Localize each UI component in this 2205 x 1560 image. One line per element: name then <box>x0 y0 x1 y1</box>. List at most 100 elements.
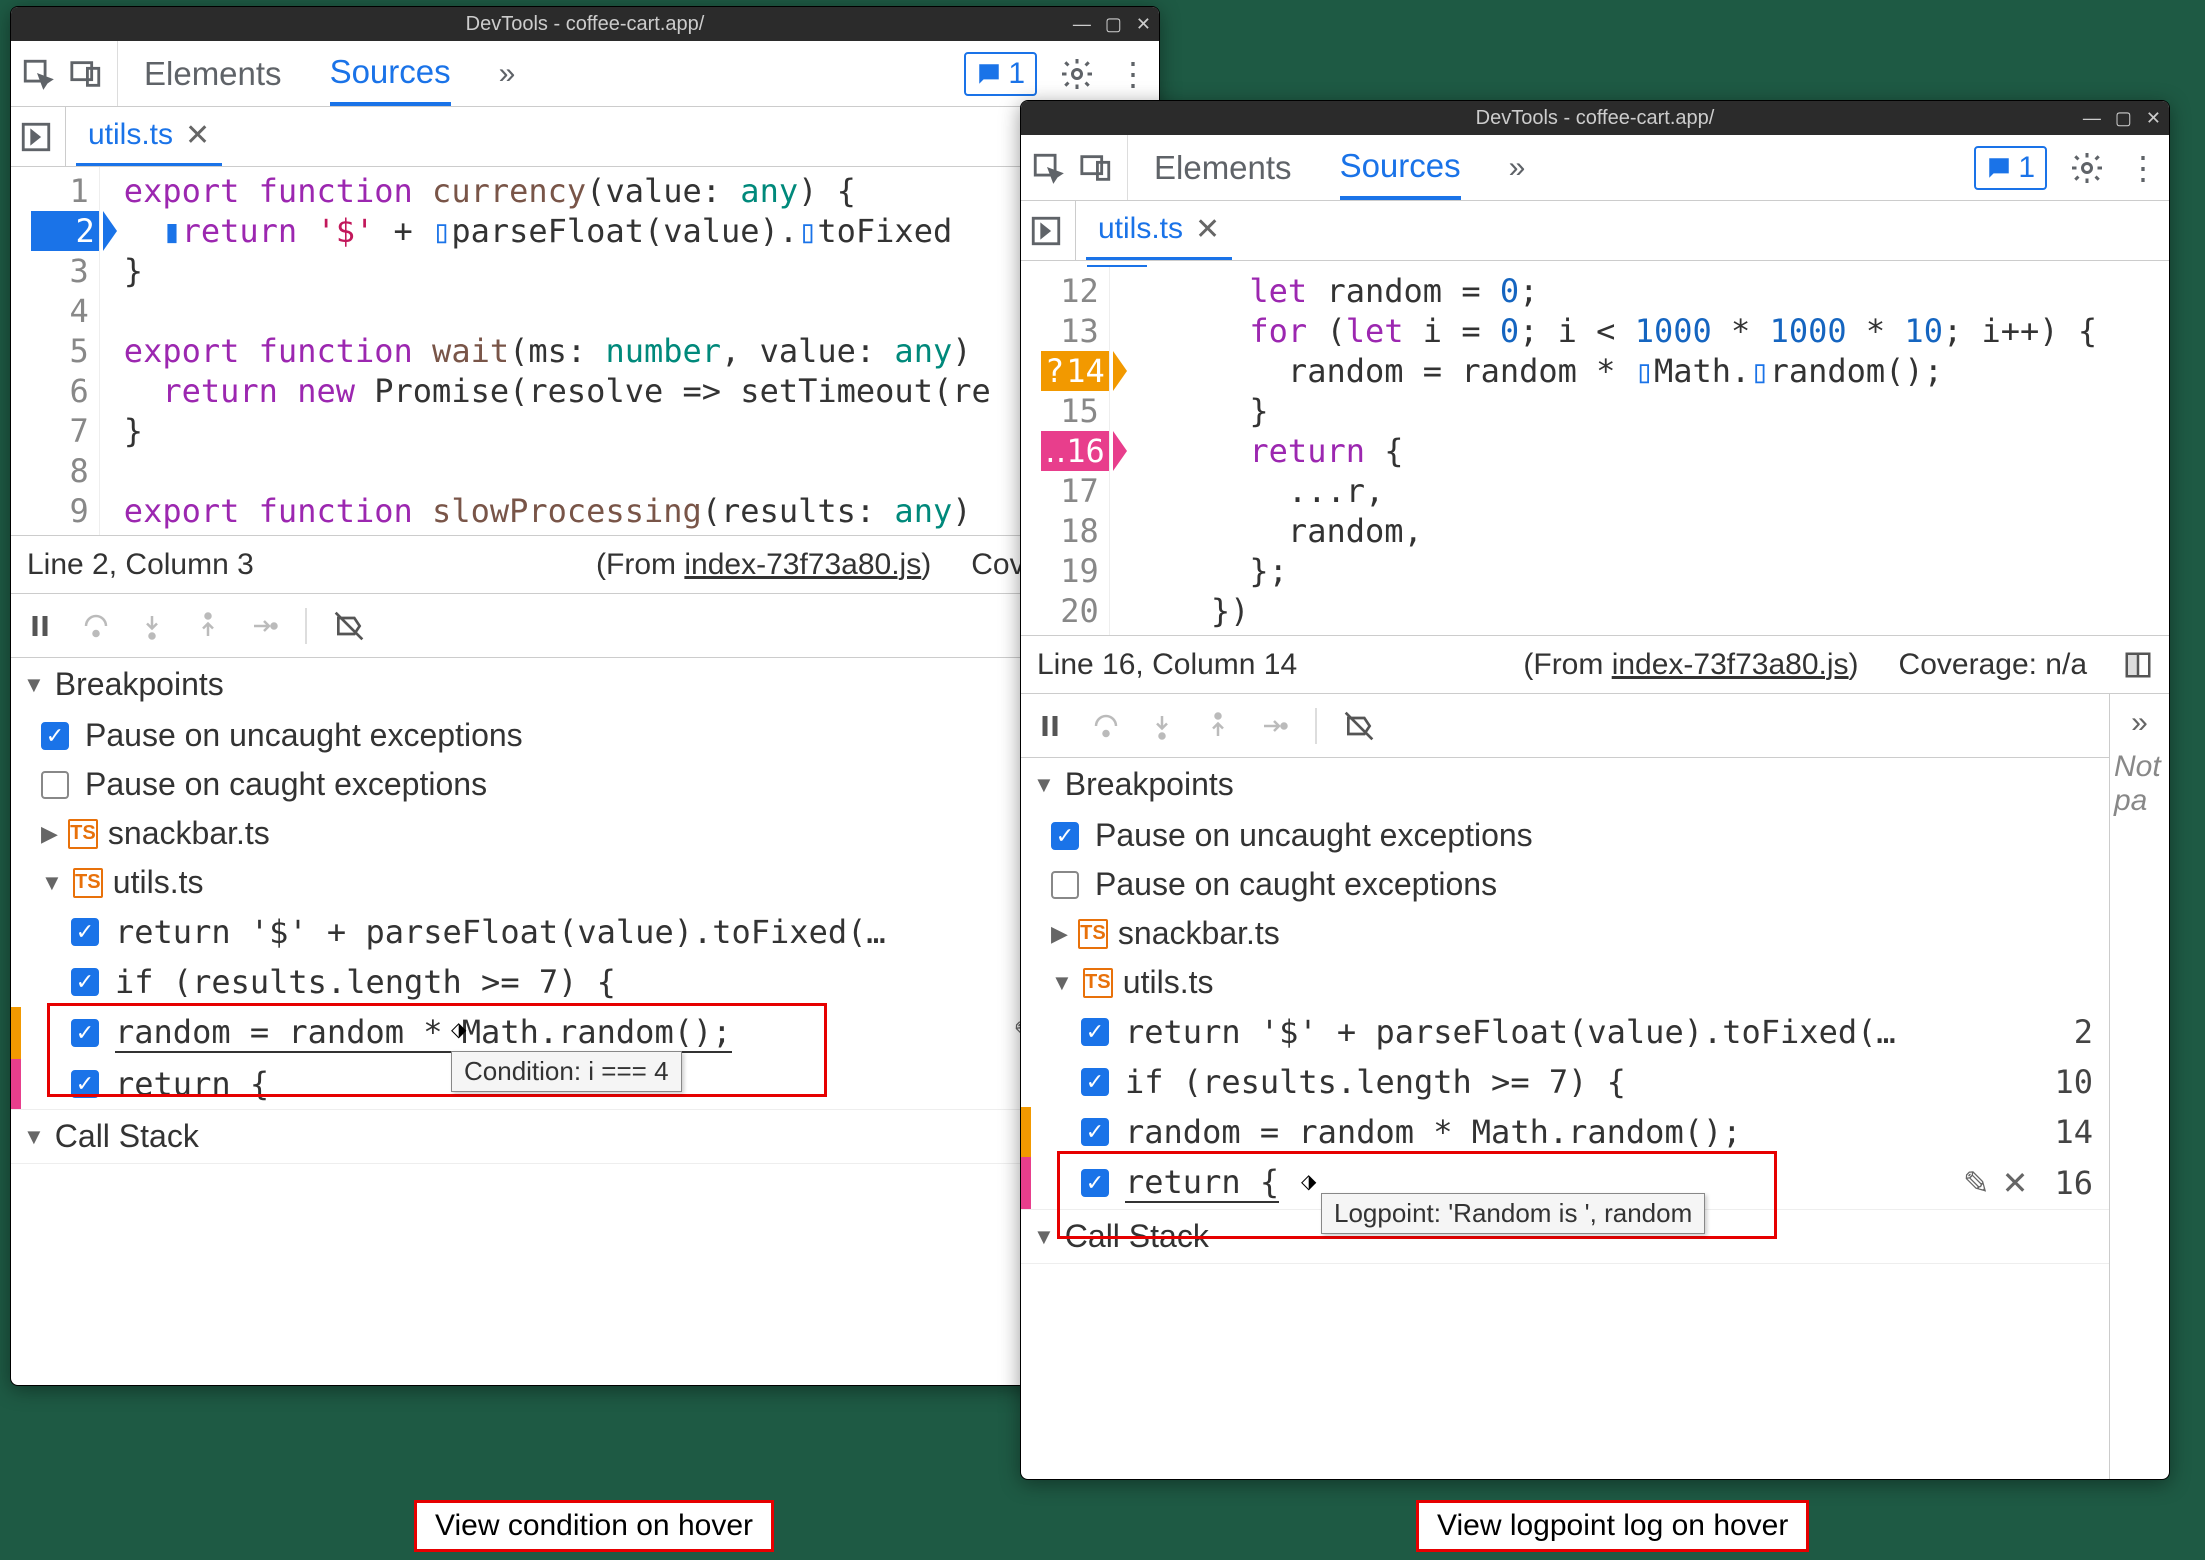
code-line[interactable]: ▮return '$' + ▯parseFloat(value).▯toFixe… <box>124 211 991 251</box>
code-line[interactable]: random = random * ▯Math.▯random(); <box>1134 351 2097 391</box>
device-toggle-icon[interactable] <box>1079 151 1113 185</box>
code-line[interactable]: return { <box>1134 431 2097 471</box>
gutter-line[interactable]: 15 <box>1041 391 1099 431</box>
step-out-icon[interactable] <box>193 611 223 641</box>
inspect-icon[interactable] <box>21 57 55 91</box>
breakpoint-row[interactable]: ✓random = random * Math.random();14 <box>1021 1107 2109 1157</box>
issues-badge[interactable]: 1 <box>1974 146 2047 190</box>
gutter-line[interactable]: 5 <box>31 331 89 371</box>
gutter-line[interactable]: 12 <box>1041 271 1099 311</box>
code-line[interactable]: } <box>124 251 991 291</box>
gutter-line[interactable]: 8 <box>31 451 89 491</box>
breakpoint-checkbox[interactable]: ✓ <box>1081 1169 1109 1197</box>
file-snackbar[interactable]: ▶TSsnackbar.ts <box>1021 909 2109 958</box>
breakpoint-checkbox[interactable]: ✓ <box>71 1070 99 1098</box>
code-line[interactable]: }) <box>1134 591 2097 631</box>
code-editor[interactable]: 12 13 14? 15 16‥ 17 18 19 20 let random … <box>1021 267 2169 636</box>
from-link[interactable]: index-73f73a80.js <box>1612 648 1849 681</box>
tab-elements[interactable]: Elements <box>1154 135 1292 200</box>
file-utils[interactable]: ▼TSutils.ts <box>1021 958 2109 1007</box>
more-tabs-icon[interactable]: » <box>1509 151 1526 185</box>
close-icon[interactable]: ✕ <box>1136 14 1151 35</box>
step-into-icon[interactable] <box>137 611 167 641</box>
checkbox-pause-caught[interactable] <box>1051 871 1079 899</box>
checkbox-pause-caught[interactable] <box>41 771 69 799</box>
code-line[interactable]: } <box>124 411 991 451</box>
breakpoint-row[interactable]: ✓return '$' + parseFloat(value).toFixed(… <box>1021 1007 2109 1057</box>
file-tab-utils[interactable]: utils.ts ✕ <box>1086 201 1232 260</box>
checkbox-pause-uncaught[interactable]: ✓ <box>1051 822 1079 850</box>
file-tab-utils[interactable]: utils.ts ✕ <box>76 107 222 166</box>
code-line[interactable] <box>124 451 991 491</box>
gutter-line[interactable]: 19 <box>1041 551 1099 591</box>
more-tabs-icon[interactable]: » <box>499 57 516 91</box>
breakpoint-checkbox[interactable]: ✓ <box>71 1019 99 1047</box>
code-line[interactable]: ...r, <box>1134 471 2097 511</box>
breakpoints-header[interactable]: ▼Breakpoints <box>1021 758 2109 811</box>
close-icon[interactable]: ✕ <box>2146 108 2161 129</box>
toggle-navigator-icon[interactable] <box>19 120 53 154</box>
gutter-line[interactable]: 6 <box>31 371 89 411</box>
settings-icon[interactable] <box>2069 150 2105 186</box>
settings-icon[interactable] <box>1059 56 1095 92</box>
code-line[interactable]: return new Promise(resolve => setTimeout… <box>124 371 991 411</box>
expand-panel-icon[interactable]: » <box>2131 706 2148 740</box>
code-line[interactable]: let random = 0; <box>1134 271 2097 311</box>
breakpoint-row[interactable]: ✓if (results.length >= 7) {10 <box>11 957 1159 1007</box>
maximize-icon[interactable]: ▢ <box>1105 14 1122 35</box>
gutter-line[interactable]: 7 <box>31 411 89 451</box>
code-line[interactable]: for (let i = 0; i < 1000 * 1000 * 10; i+… <box>1134 311 2097 351</box>
code-editor[interactable]: 1 2 3 4 5 6 7 8 9 export function curren… <box>11 167 1159 536</box>
breakpoint-checkbox[interactable]: ✓ <box>1081 1118 1109 1146</box>
minimize-icon[interactable]: — <box>1073 14 1091 35</box>
close-tab-icon[interactable]: ✕ <box>185 118 210 153</box>
tab-sources[interactable]: Sources <box>1340 135 1461 200</box>
step-over-icon[interactable] <box>81 611 111 641</box>
pause-icon[interactable] <box>25 611 55 641</box>
breakpoint-checkbox[interactable]: ✓ <box>71 968 99 996</box>
tab-elements[interactable]: Elements <box>144 41 282 106</box>
gutter-line[interactable]: 4 <box>31 291 89 331</box>
code-line[interactable]: export function wait(ms: number, value: … <box>124 331 991 371</box>
step-out-icon[interactable] <box>1203 711 1233 741</box>
step-over-icon[interactable] <box>1091 711 1121 741</box>
code-line[interactable]: export function currency(value: any) { <box>124 171 991 211</box>
code-line[interactable]: }; <box>1134 551 2097 591</box>
from-link[interactable]: index-73f73a80.js <box>684 548 921 581</box>
pause-icon[interactable] <box>1035 711 1065 741</box>
gutter-line[interactable]: 3 <box>31 251 89 291</box>
breakpoint-row[interactable]: ✓if (results.length >= 7) {10 <box>1021 1057 2109 1107</box>
gutter-line[interactable]: 18 <box>1041 511 1099 551</box>
code-line[interactable]: } <box>1134 391 2097 431</box>
breakpoint-checkbox[interactable]: ✓ <box>1081 1068 1109 1096</box>
coverage-toggle-icon[interactable] <box>2123 650 2153 680</box>
code-line[interactable]: export function slowProcessing(results: … <box>124 491 991 531</box>
kebab-icon[interactable]: ⋮ <box>2127 149 2159 187</box>
device-toggle-icon[interactable] <box>69 57 103 91</box>
breakpoint-row[interactable]: ✓return '$' + parseFloat(value).toFixed(… <box>11 907 1159 957</box>
file-utils[interactable]: ▼TSutils.ts <box>11 858 1159 907</box>
code-line[interactable] <box>124 291 991 331</box>
gutter-line[interactable]: 9 <box>31 491 89 531</box>
gutter-line[interactable]: 17 <box>1041 471 1099 511</box>
deactivate-breakpoints-icon[interactable] <box>1343 710 1375 742</box>
tab-sources[interactable]: Sources <box>330 41 451 106</box>
breakpoints-header[interactable]: ▼Breakpoints <box>11 658 1159 711</box>
minimize-icon[interactable]: — <box>2083 108 2101 129</box>
close-tab-icon[interactable]: ✕ <box>1195 212 1220 247</box>
toggle-navigator-icon[interactable] <box>1029 214 1063 248</box>
deactivate-breakpoints-icon[interactable] <box>333 610 365 642</box>
inspect-icon[interactable] <box>1031 151 1065 185</box>
edit-icon[interactable]: ✎ <box>1963 1164 1990 1202</box>
gutter-line[interactable]: 13 <box>1041 311 1099 351</box>
breakpoint-checkbox[interactable]: ✓ <box>71 918 99 946</box>
step-icon[interactable] <box>249 611 279 641</box>
file-snackbar[interactable]: ▶TSsnackbar.ts <box>11 809 1159 858</box>
code-line[interactable]: random, <box>1134 511 2097 551</box>
step-into-icon[interactable] <box>1147 711 1177 741</box>
checkbox-pause-uncaught[interactable]: ✓ <box>41 722 69 750</box>
gutter-line[interactable]: 2 <box>31 211 99 251</box>
gutter-line[interactable]: 14? <box>1041 351 1109 391</box>
gutter-line[interactable]: 16‥ <box>1041 431 1109 471</box>
remove-icon[interactable]: ✕ <box>2002 1164 2029 1202</box>
